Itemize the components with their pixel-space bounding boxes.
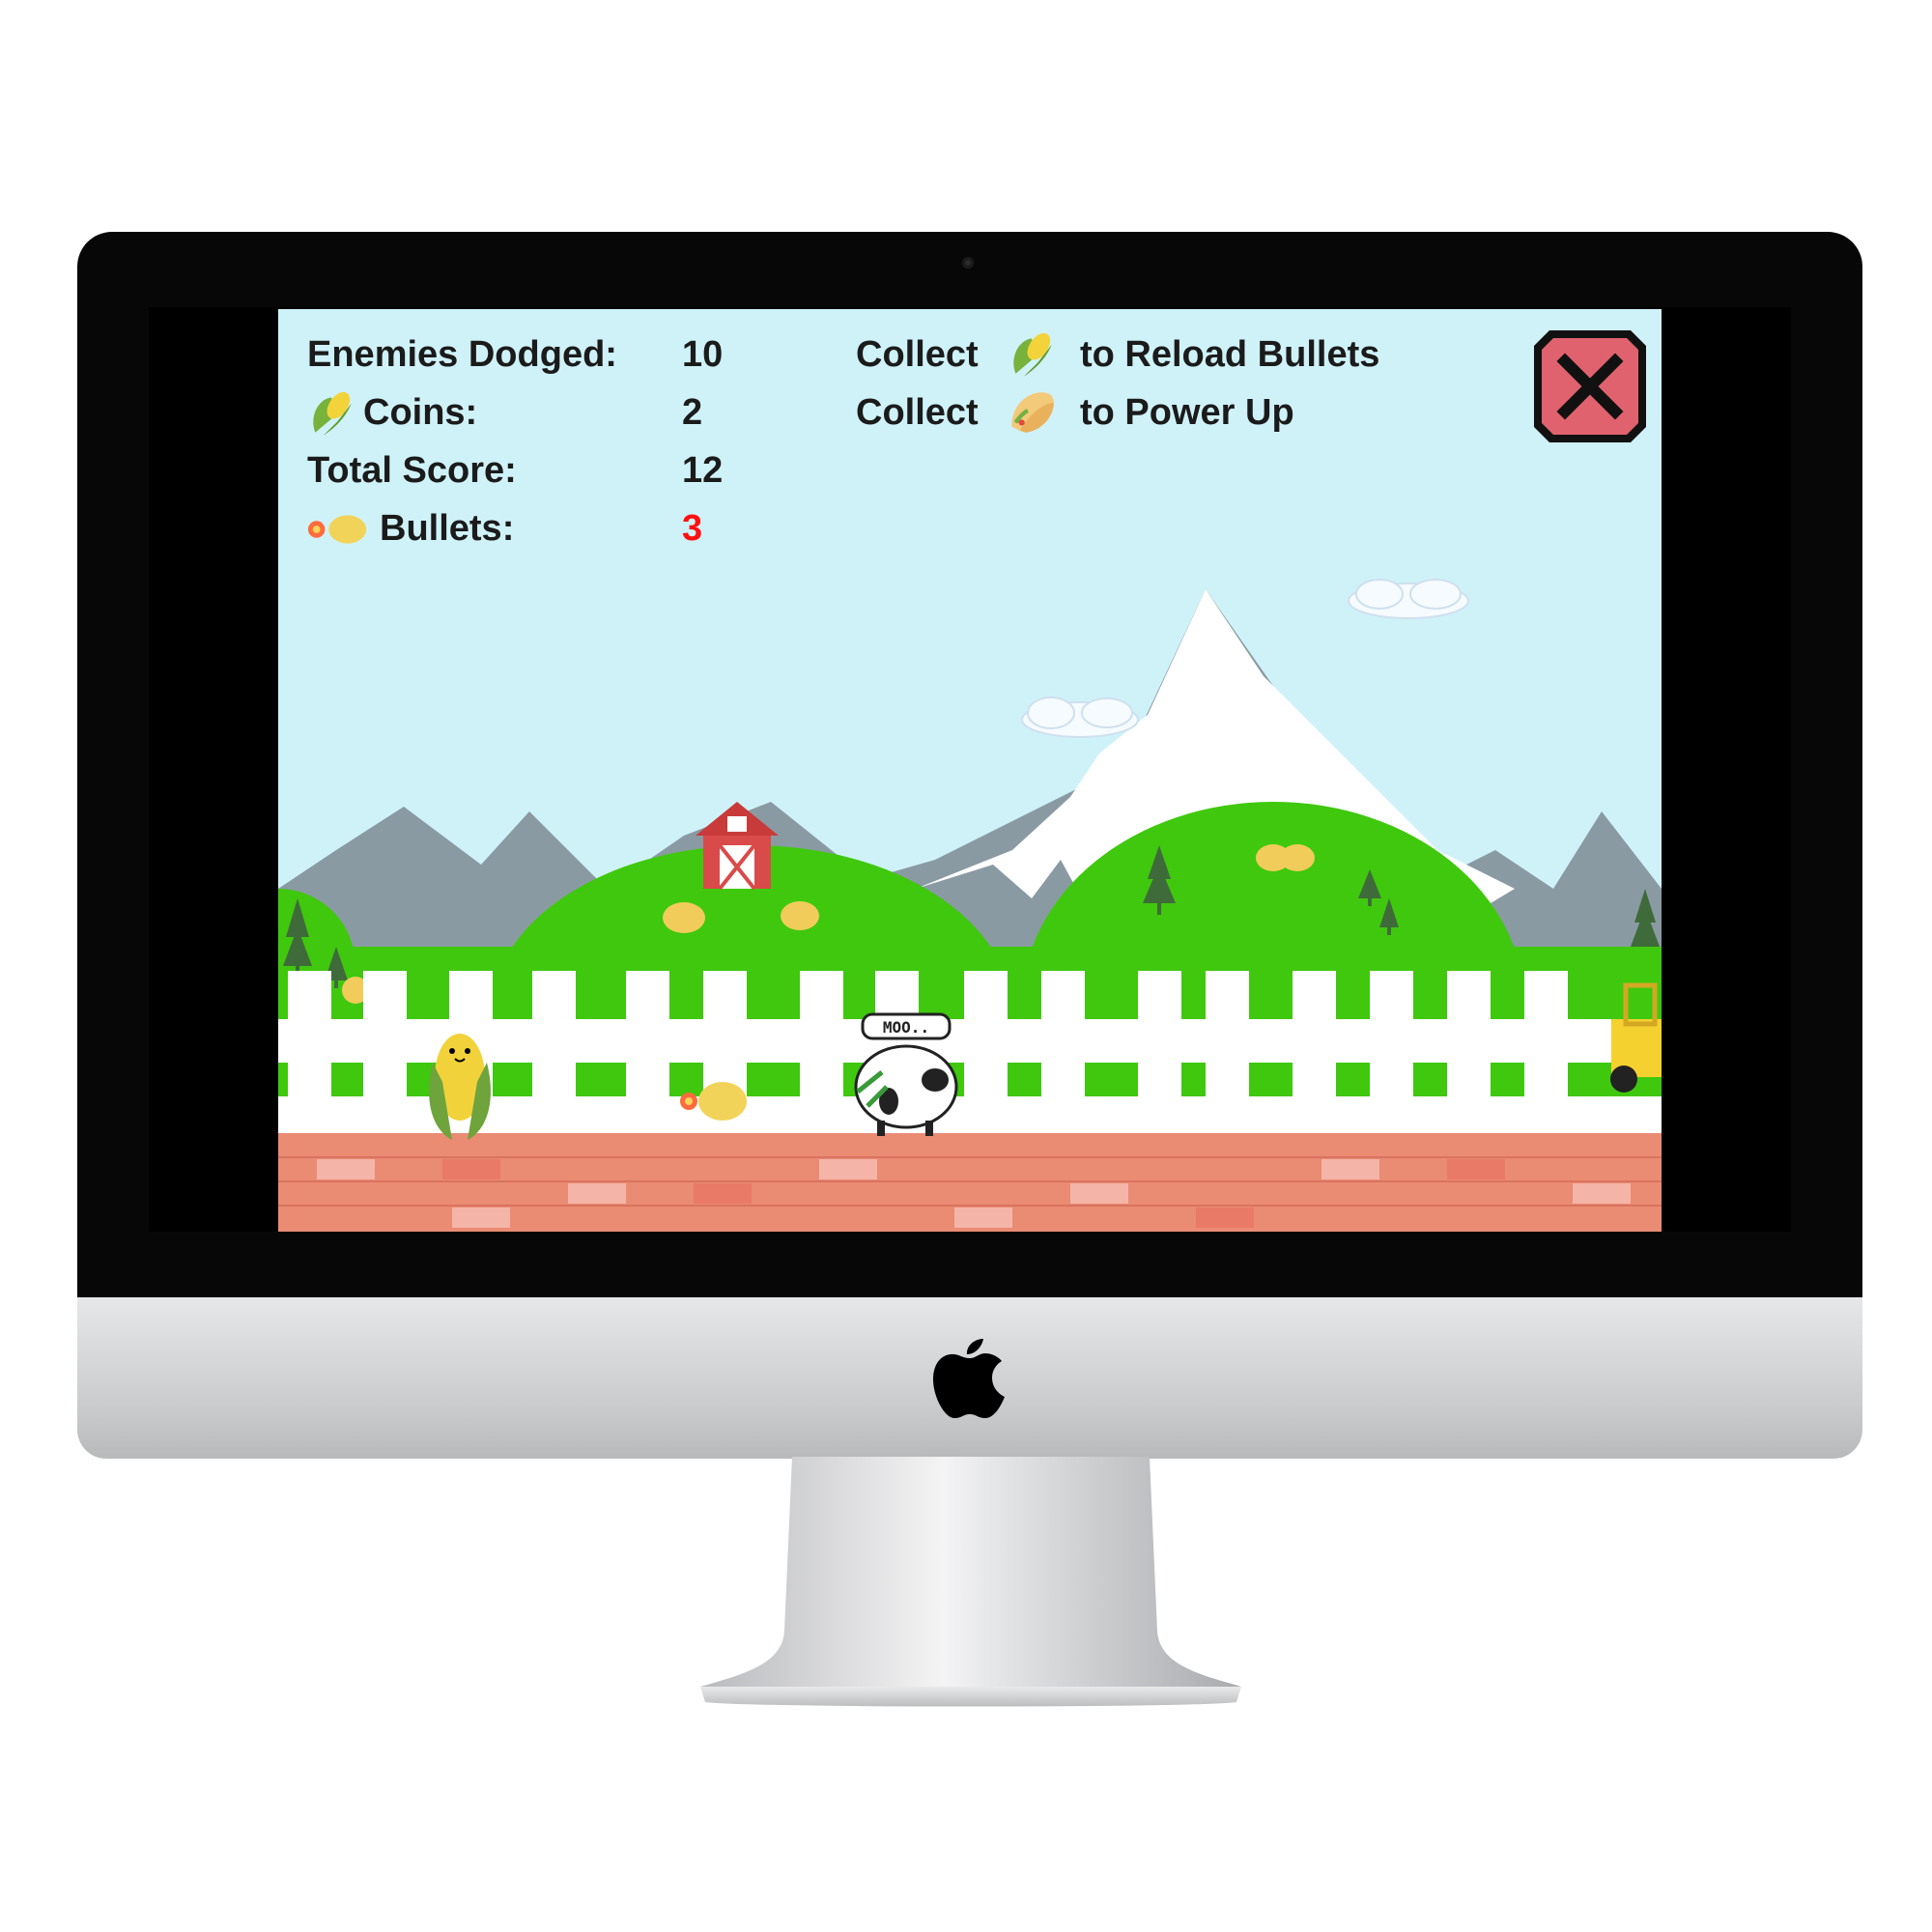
close-button[interactable] — [1534, 330, 1646, 442]
speech-bubble-text: MOO.. — [883, 1018, 929, 1037]
hud-total-score: Total Score: 12 — [278, 449, 819, 492]
total-score-label: Total Score: — [307, 450, 517, 491]
coins-label: Coins: — [363, 392, 478, 433]
powerup-hint-suffix: to Power Up — [1080, 392, 1294, 433]
monitor-stand — [700, 1457, 1241, 1707]
enemies-dodged-value: 10 — [682, 334, 724, 375]
game-viewport[interactable]: MOO.. Enemies Dodged: 10 Coins: 2 Total … — [278, 309, 1662, 1232]
bullets-value: 3 — [682, 508, 703, 549]
apple-logo-icon — [933, 1339, 1005, 1418]
total-score-value: 12 — [682, 450, 724, 491]
bullets-label: Bullets: — [380, 508, 515, 549]
corn-coin-icon — [313, 391, 352, 436]
coins-value: 2 — [682, 392, 703, 433]
reload-hint-suffix: to Reload Bullets — [1080, 334, 1380, 375]
powerup-hint-prefix: Collect — [856, 392, 979, 433]
enemies-dodged-label: Enemies Dodged: — [307, 334, 617, 375]
corn-bullet-icon — [307, 515, 367, 544]
hud-bullets: Bullets: 3 — [278, 507, 819, 550]
taco-icon — [1011, 392, 1054, 433]
reload-hint-prefix: Collect — [856, 334, 979, 375]
webcam — [962, 257, 974, 269]
hud-coins: Coins: 2 — [278, 391, 819, 436]
corn-coin-icon — [1013, 332, 1052, 377]
hud-enemies-dodged: Enemies Dodged: 10 — [278, 333, 819, 376]
game-scene: MOO.. — [278, 579, 1662, 1232]
